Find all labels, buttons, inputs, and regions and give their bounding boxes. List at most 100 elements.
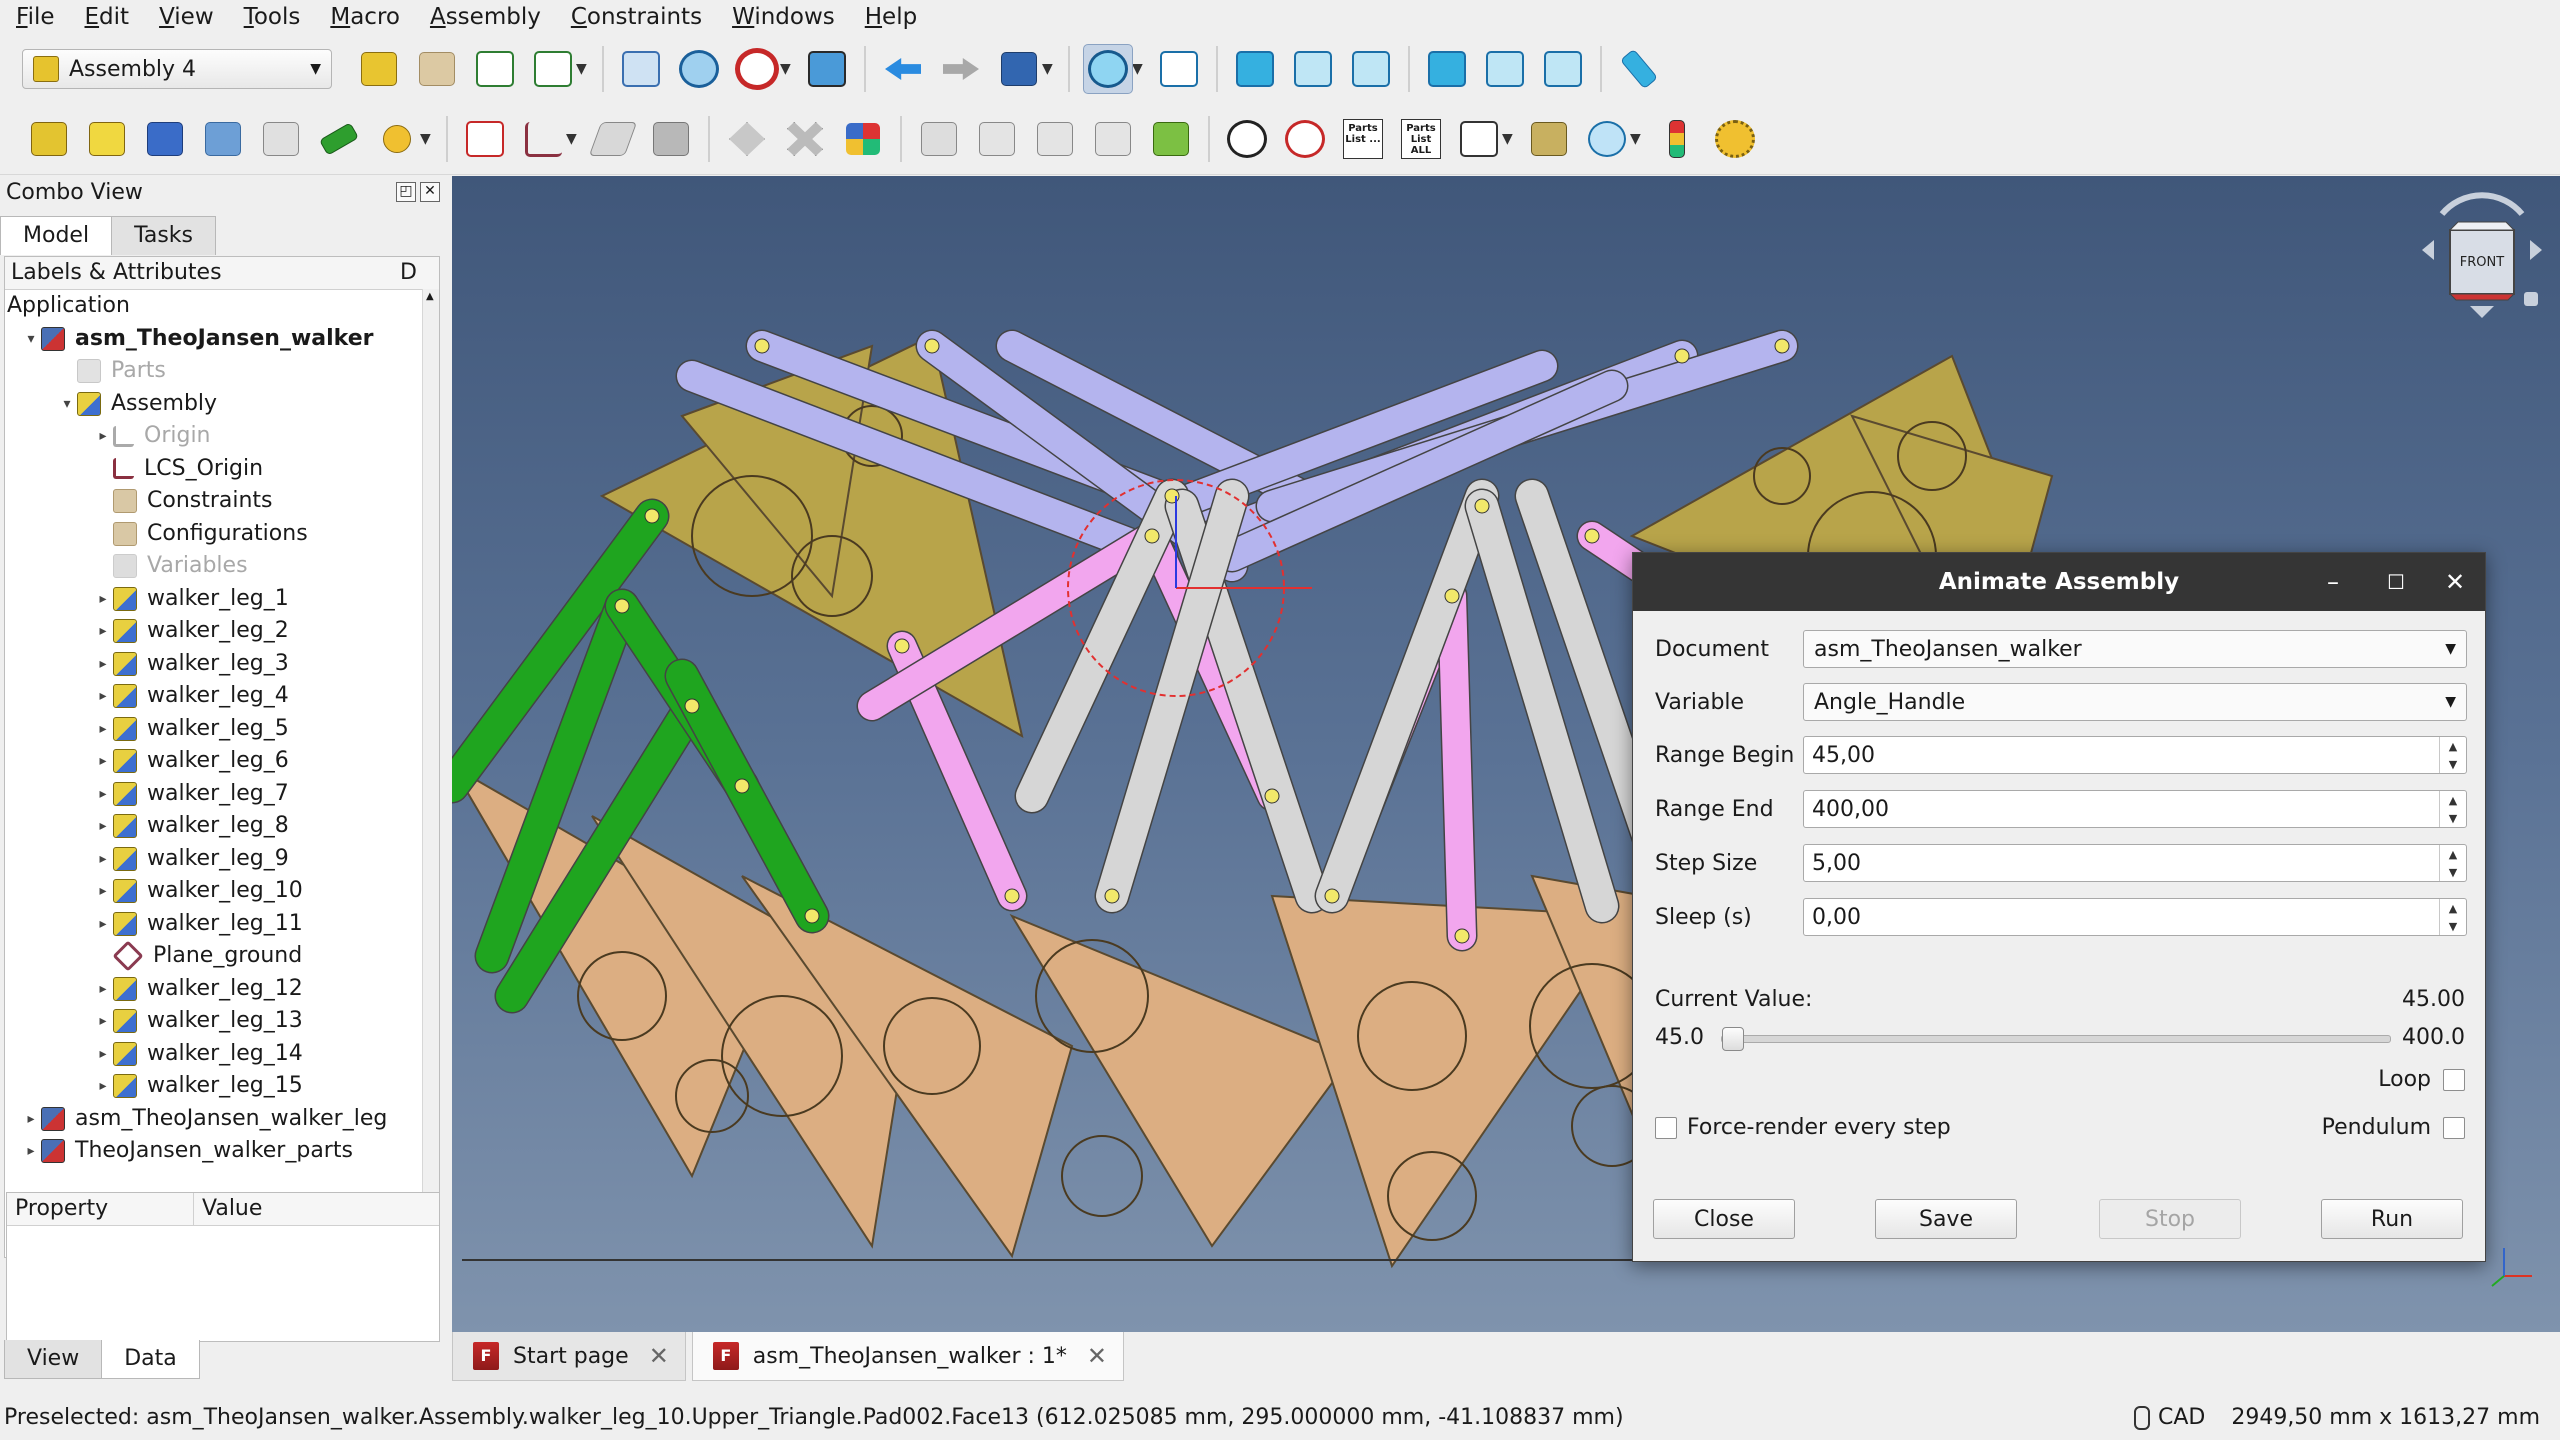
tree-item[interactable]: Parts [5,355,439,388]
tree-item[interactable]: ▸ walker_leg_14 [5,1038,439,1071]
tab-tasks[interactable]: Tasks [111,216,217,255]
document-select[interactable]: asm_TheoJansen_walker ▼ [1803,630,2467,668]
menu-file[interactable]: File [0,0,69,34]
spin-arrows-icon[interactable]: ▲ ▼ [2439,791,2466,827]
new-document-button[interactable] [355,45,403,93]
insert-link-button[interactable] [257,115,305,163]
value-slider[interactable] [1721,1027,2391,1051]
dialog-titlebar[interactable]: Animate Assembly – ☐ ✕ [1633,553,2485,611]
fit-all-button[interactable] [617,45,665,93]
scroll-up-icon[interactable]: ▲ [426,291,434,302]
minimize-icon[interactable]: – [2327,553,2339,611]
navigation-style[interactable]: CAD [2133,1396,2205,1440]
variants-button[interactable] [1147,115,1195,163]
tree-item[interactable]: ▾ Assembly [5,388,439,421]
expand-right-icon[interactable]: ▸ [93,615,113,648]
tree-item[interactable]: ▸ walker_leg_7 [5,778,439,811]
expand-right-icon[interactable]: ▸ [93,680,113,713]
view-front-button[interactable] [1231,45,1279,93]
spin-arrows-icon[interactable]: ▲ ▼ [2439,899,2466,935]
variable-select[interactable]: Angle_Handle ▼ [1803,683,2467,721]
expand-right-icon[interactable]: ▸ [93,875,113,908]
chevron-down-icon[interactable]: ▼ [576,61,590,77]
new-lcs-button[interactable] [519,115,567,163]
new-part-button[interactable] [83,115,131,163]
tab-asm-theojansen-walker[interactable]: F asm_TheoJansen_walker : 1* ✕ [691,1332,1125,1381]
run-button[interactable]: Run [2321,1199,2463,1239]
tree-item[interactable]: ▸ walker_leg_8 [5,810,439,843]
parts-list-button[interactable]: Parts List ... [1339,115,1387,163]
bom-button[interactable] [1455,115,1503,163]
tree-item[interactable]: Variables [5,550,439,583]
expand-right-icon[interactable]: ▸ [93,583,113,616]
tree-item[interactable]: ▾ asm_TheoJansen_walker [5,323,439,356]
tree-item[interactable]: ▸ walker_leg_12 [5,973,439,1006]
expand-right-icon[interactable]: ▸ [93,810,113,843]
expand-right-icon[interactable]: ▸ [93,843,113,876]
release-button[interactable] [781,115,829,163]
bounding-box-button[interactable] [803,45,851,93]
animate-button[interactable] [1653,115,1701,163]
solver-button[interactable] [839,115,887,163]
expand-right-icon[interactable]: ▸ [93,420,113,453]
tree-item[interactable]: ▸ walker_leg_13 [5,1005,439,1038]
linear-array-button[interactable] [973,115,1021,163]
tree-item[interactable]: ▸ walker_leg_6 [5,745,439,778]
measure-button[interactable] [1615,45,1663,93]
save-button[interactable]: Save [1875,1199,2017,1239]
circular-array-button[interactable] [1031,115,1079,163]
workbench-selector[interactable]: Assembly 4 ▼ [22,49,332,89]
view-bottom-button[interactable] [1481,45,1529,93]
tree-scrollbar[interactable]: ▲ ▼ [422,289,439,1257]
menu-tools[interactable]: Tools [228,0,315,34]
save-as-button[interactable] [529,45,577,93]
loop-checkbox[interactable] [2443,1069,2465,1091]
pendulum-checkbox[interactable] [2443,1117,2465,1139]
expand-right-icon[interactable]: ▸ [93,778,113,811]
fit-selection-button[interactable] [675,45,723,93]
close-icon[interactable]: ✕ [649,1342,669,1370]
tree-item[interactable]: ▸ Origin [5,420,439,453]
expand-right-icon[interactable]: ▸ [93,1070,113,1103]
spin-arrows-icon[interactable]: ▲ ▼ [2439,845,2466,881]
save-button[interactable] [471,45,519,93]
preferences-button[interactable] [1711,115,1759,163]
send-to-python-button[interactable] [995,45,1043,93]
range-begin-spinbox[interactable]: 45,00 ▲ ▼ [1803,736,2467,774]
menu-help[interactable]: Help [849,0,931,34]
new-group-button[interactable] [199,115,247,163]
menu-assembly[interactable]: Assembly [414,0,555,34]
stop-button[interactable]: Stop [2099,1199,2241,1239]
force-render-checkbox[interactable] [1655,1117,1677,1139]
menu-windows[interactable]: Windows [716,0,849,34]
maximize-icon[interactable]: ☐ [2387,553,2405,611]
expand-right-icon[interactable]: ▸ [93,1038,113,1071]
spin-arrows-icon[interactable]: ▲ ▼ [2439,737,2466,773]
chevron-down-icon[interactable]: ▼ [420,131,434,147]
measure-asm-button[interactable] [1525,115,1573,163]
mirror-button[interactable] [915,115,963,163]
tree-item[interactable]: Plane_ground [5,940,439,973]
check-interference-button[interactable] [1223,115,1271,163]
menu-constraints[interactable]: Constraints [555,0,716,34]
tree-item[interactable]: ▸ TheoJansen_walker_parts [5,1135,439,1168]
chevron-down-icon[interactable]: ▼ [1042,61,1056,77]
tab-data[interactable]: Data [101,1340,200,1379]
new-sketch-button[interactable] [461,115,509,163]
tree-item[interactable]: Application [5,290,439,323]
insert-screw-button[interactable] [373,115,421,163]
view-top-button[interactable] [1289,45,1337,93]
tree-item[interactable]: ▸ walker_leg_4 [5,680,439,713]
forward-button[interactable] [937,45,985,93]
new-datum-button[interactable] [588,115,638,163]
view-right-button[interactable] [1347,45,1395,93]
chevron-down-icon[interactable]: ▼ [1630,131,1644,147]
parts-list-all-button[interactable]: Parts List ALL [1397,115,1445,163]
tree-item[interactable]: LCS_Origin [5,453,439,486]
close-button[interactable]: Close [1653,1199,1795,1239]
chevron-down-icon[interactable]: ▼ [566,131,580,147]
expand-right-icon[interactable]: ▸ [93,973,113,1006]
range-end-spinbox[interactable]: 400,00 ▲ ▼ [1803,790,2467,828]
expand-right-icon[interactable]: ▸ [93,908,113,941]
float-icon[interactable]: ◰ [396,182,416,202]
